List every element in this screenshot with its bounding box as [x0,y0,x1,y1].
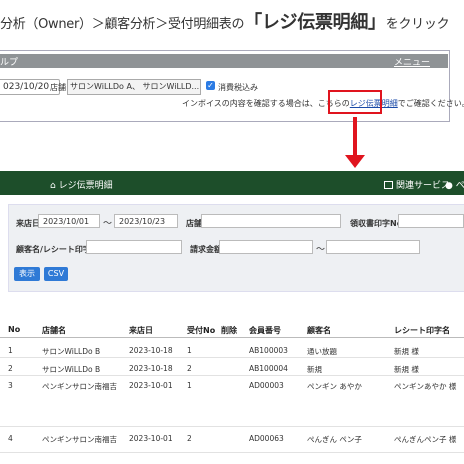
nav-related-label: 関連サービス [396,181,451,191]
date-from-input[interactable]: 2023/10/01 [38,214,100,228]
info-suffix: でご確認ください。 [397,99,464,108]
cell-customer[interactable]: 新規 [307,364,322,375]
cell-no: 1 [8,346,13,355]
row-divider [0,357,464,358]
header-divider [0,337,464,338]
cell-visit-date: 2023-10-01 [129,381,173,390]
cell-store: サロンWiLLDo B [42,347,101,356]
show-button[interactable]: 表示 [14,267,40,281]
cell-reception-no: 1 [187,346,192,355]
amount-range-sep: 〜 [316,245,326,255]
date-to-input[interactable]: 2023/10/23 [114,214,178,228]
cell-receipt-name: 新規 様 [394,365,419,374]
cell-no: 4 [8,434,13,443]
cell-customer[interactable]: ぺんぎん ペン子 [307,434,362,445]
cell-receipt-name: ペンギンあやか 様 [394,382,457,391]
cell-reception-no: 1 [187,381,192,390]
col-header-delete: 削除 [221,326,237,335]
cell-member-no: AD00003 [249,381,284,390]
customer-name-input[interactable] [86,240,182,254]
cell-visit-date: 2023-10-18 [129,346,173,355]
invoice-info-text: インボイスの内容を確認する場合は、こちらのレジ伝票明細でご確認ください。 [182,98,464,109]
col-header-member-no: 会員番号 [249,326,281,335]
tax-checkbox[interactable]: ✓ [206,81,215,90]
help-link[interactable]: ルプ [0,55,18,68]
receipt-no-input[interactable] [398,214,464,228]
nav-user[interactable]: ● ペ [445,178,464,191]
user-icon: ● [445,181,453,191]
store-select[interactable]: サロンWiLLDo A、 サロンWiLLD... [67,79,201,95]
info-prefix: インボイスの内容を確認する場合は、こちらの [182,99,350,108]
col-header-customer: 顧客名 [307,326,331,335]
upper-toolbar: ルプ メニュー [0,54,448,68]
menu-link[interactable]: メニュー [394,55,430,68]
tax-checkbox-label: 消費税込み [218,83,258,92]
cell-store: サロンWiLLDo B [42,365,101,374]
row-divider [0,375,464,376]
cell-member-no: AD00063 [249,434,284,443]
visit-date-label: 来店日 [16,219,40,228]
amount-from-input[interactable] [219,240,313,254]
nav-related-services[interactable]: 関連サービス [384,178,450,191]
cell-customer[interactable]: ペンギン あやか [307,381,362,392]
arrow-head-icon [345,155,365,168]
cell-visit-date: 2023-10-18 [129,364,173,373]
filter-store-input[interactable] [201,214,341,228]
window-icon [384,181,393,189]
cell-store: ペンギンサロン南福吉 [42,382,117,391]
col-header-visit-date: 来店日 [129,326,153,335]
amount-to-input[interactable] [326,240,420,254]
row-divider [0,452,464,453]
csv-button[interactable]: CSV [44,267,68,281]
receipt-no-label: 領収書印字No [350,219,403,228]
col-header-receipt-name: レシート印字名 [394,326,450,335]
highlight-box [328,90,382,114]
cell-reception-no: 2 [187,434,192,443]
cell-receipt-name: 新規 様 [394,347,419,356]
col-header-reception-no: 受付No [187,326,216,335]
amount-label: 請求金額 [190,245,222,254]
instruction-suffix: をクリック [385,17,450,32]
instruction-highlight: 「レジ伝票明細」 [244,12,386,33]
col-header-store: 店舗名 [42,326,66,335]
cell-store: ペンギンサロン南福吉 [42,435,117,444]
navbar: ⌂ レジ伝票明細 関連サービス ● ペ [0,171,464,195]
store-label: 店舗 [50,83,66,92]
cell-member-no: AB100003 [249,346,288,355]
cell-receipt-name: ぺんぎんペン子 様 [394,435,457,444]
instruction-heading: 分析（Owner）＞顧客分析＞受付明細表の「レジ伝票明細」をクリック [0,8,450,34]
home-icon: ⌂ [50,181,56,191]
cell-no: 3 [8,381,13,390]
instruction-prefix: 分析（Owner）＞顧客分析＞受付明細表の [0,17,245,32]
cell-customer[interactable]: 通い放題 [307,346,337,357]
nav-user-label: ペ [455,181,464,191]
cell-reception-no: 2 [187,364,192,373]
col-header-no: No [8,325,21,334]
arrow-down-icon [353,117,357,157]
filter-store-label: 店舗 [186,219,202,228]
nav-home-label: レジ伝票明細 [58,181,113,191]
cell-no: 2 [8,364,13,373]
row-divider [0,426,464,427]
cell-member-no: AB100004 [249,364,288,373]
date-range-sep: 〜 [103,219,113,229]
nav-home[interactable]: ⌂ レジ伝票明細 [50,178,113,191]
cell-visit-date: 2023-10-01 [129,434,173,443]
